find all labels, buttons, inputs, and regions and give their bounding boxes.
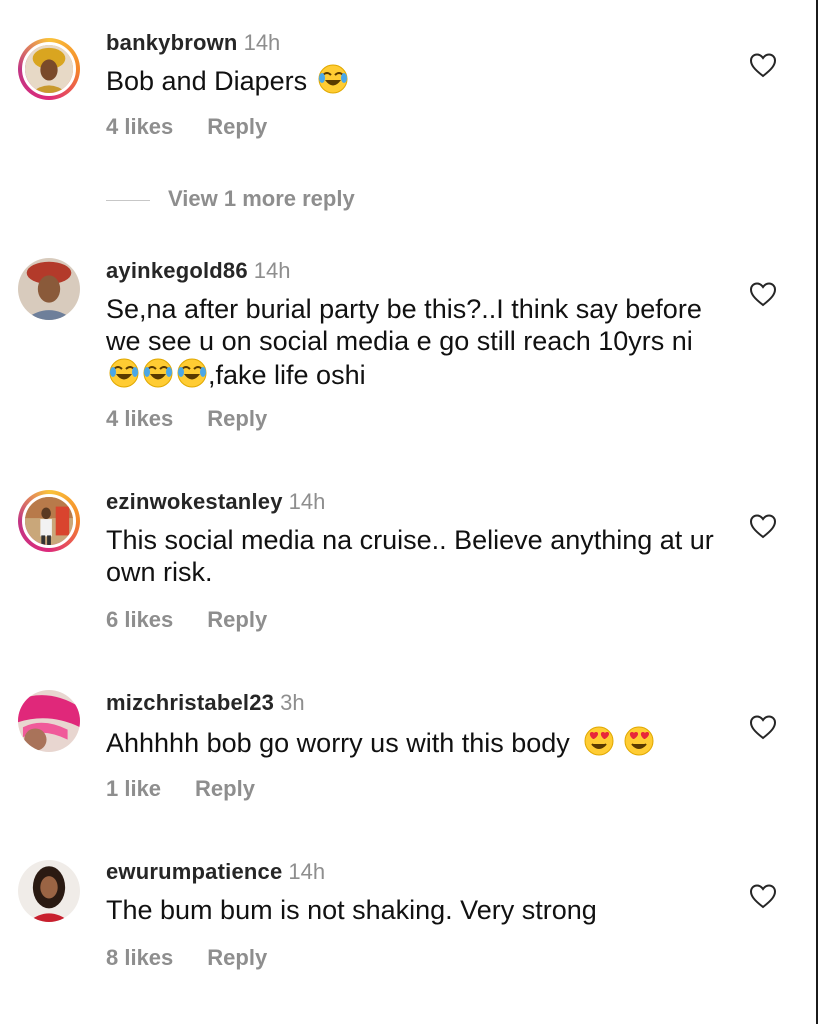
reply-button[interactable]: Reply (207, 945, 267, 970)
comment-item: ayinkegold86 14h Se,na after burial party… (0, 240, 810, 440)
comment-meta: bankybrown 14h (106, 30, 280, 56)
laughing-emoji-icon (109, 358, 139, 388)
username[interactable]: ezinwokestanley (106, 489, 283, 514)
likes-count[interactable]: 8 likes (106, 945, 173, 970)
laughing-emoji-icon (177, 358, 207, 388)
comment-item: bankybrown 14h Bob and Diapers 4 likes Rep… (0, 0, 810, 170)
view-more-label[interactable]: View 1 more reply (168, 186, 355, 211)
view-more-replies[interactable]: View 1 more reply (106, 186, 355, 212)
comment-text-content: Se,na after burial party be this?..I thi… (106, 294, 702, 356)
comment-actions: 4 likes Reply (106, 114, 267, 140)
heart-outline-icon[interactable] (749, 883, 777, 909)
username[interactable]: mizchristabel23 (106, 690, 274, 715)
comment-item: ezinwokestanley 14h This social media na … (0, 470, 810, 650)
likes-count[interactable]: 6 likes (106, 607, 173, 632)
divider-line (106, 199, 150, 201)
heart-eyes-emoji-icon (584, 726, 614, 756)
comment-item: ewurumpatience 14h The bum bum is not sha… (0, 840, 810, 990)
comment-text: The bum bum is not shaking. Very strong (106, 894, 726, 926)
comment-text: Se,na after burial party be this?..I thi… (106, 293, 726, 391)
comment-item: mizchristabel23 3h Ahhhhh bob go worry us… (0, 670, 810, 820)
reply-button[interactable]: Reply (207, 607, 267, 632)
likes-count[interactable]: 1 like (106, 776, 161, 801)
comment-time: 3h (280, 690, 305, 715)
likes-count[interactable]: 4 likes (106, 114, 173, 139)
comment-actions: 4 likes Reply (106, 406, 267, 432)
heart-outline-icon[interactable] (749, 281, 777, 307)
username[interactable]: ewurumpatience (106, 859, 282, 884)
reply-button[interactable]: Reply (195, 776, 255, 801)
heart-outline-icon[interactable] (749, 714, 777, 740)
comment-time: 14h (288, 859, 326, 884)
comment-actions: 8 likes Reply (106, 945, 267, 971)
avatar[interactable] (18, 490, 80, 552)
comment-text-content: Ahhhhh bob go worry us with this body (106, 728, 570, 758)
avatar[interactable] (18, 860, 80, 922)
comment-text-tail: ,fake life oshi (208, 360, 366, 390)
comment-meta: mizchristabel23 3h (106, 690, 305, 716)
comment-text: Ahhhhh bob go worry us with this body (106, 725, 726, 759)
comment-meta: ewurumpatience 14h (106, 859, 325, 885)
heart-eyes-emoji-icon (624, 726, 654, 756)
comment-text-content: Bob and Diapers (106, 66, 308, 96)
laughing-emoji-icon (143, 358, 173, 388)
reply-button[interactable]: Reply (207, 114, 267, 139)
likes-count[interactable]: 4 likes (106, 406, 173, 431)
comment-meta: ayinkegold86 14h (106, 258, 291, 284)
laughing-emoji-icon (318, 64, 348, 94)
comment-actions: 6 likes Reply (106, 607, 267, 633)
comment-text: This social media na cruise.. Believe an… (106, 524, 726, 588)
comment-text: Bob and Diapers (106, 63, 726, 97)
comment-time: 14h (243, 30, 281, 55)
comment-meta: ezinwokestanley 14h (106, 489, 325, 515)
username[interactable]: bankybrown (106, 30, 238, 55)
right-edge-line (816, 0, 818, 1024)
comment-time: 14h (288, 489, 326, 514)
heart-outline-icon[interactable] (749, 52, 777, 78)
comment-text-content: The bum bum is not shaking. Very strong (106, 895, 597, 925)
reply-button[interactable]: Reply (207, 406, 267, 431)
username[interactable]: ayinkegold86 (106, 258, 248, 283)
comment-time: 14h (253, 258, 291, 283)
comment-text-content: This social media na cruise.. Believe an… (106, 525, 714, 587)
avatar[interactable] (18, 258, 80, 320)
heart-outline-icon[interactable] (749, 513, 777, 539)
comment-actions: 1 like Reply (106, 776, 255, 802)
avatar[interactable] (18, 690, 80, 752)
avatar[interactable] (18, 38, 80, 100)
